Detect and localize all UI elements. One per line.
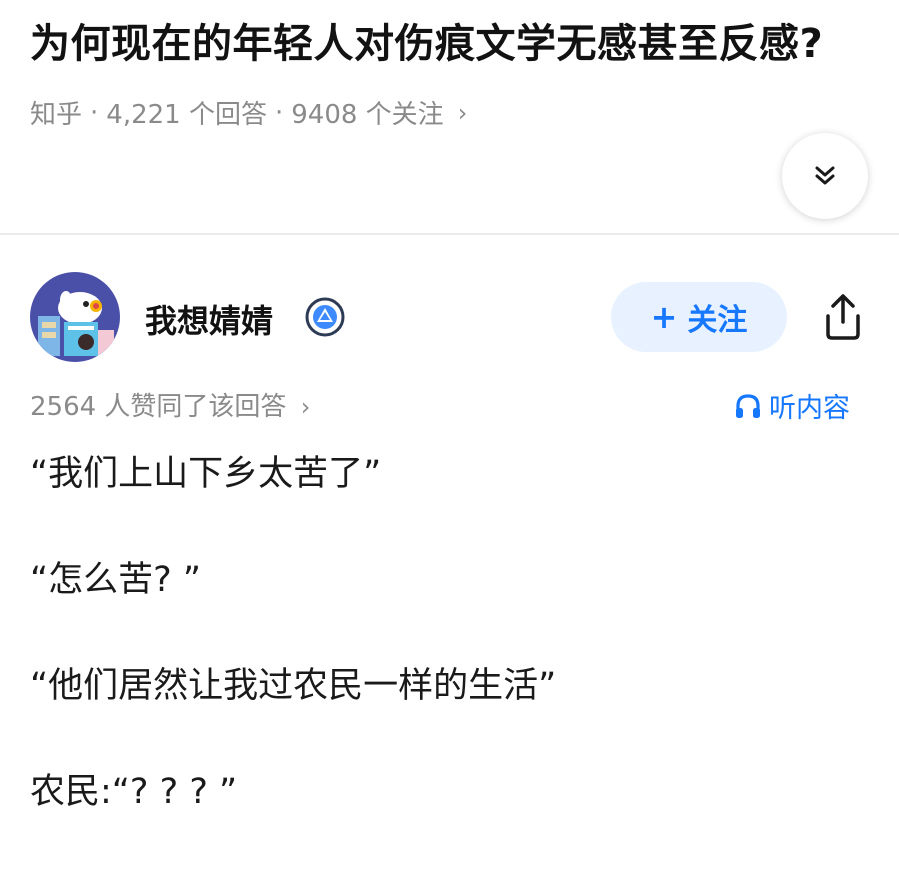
avatar-image (30, 272, 120, 362)
source-label: 知乎 (30, 100, 83, 130)
answer-paragraph: 农民:“? ? ? ” (30, 772, 238, 812)
follow-button[interactable]: + 关注 (611, 282, 787, 352)
follower-count: 9408 个关注 (291, 100, 444, 130)
meta-separator: · (90, 97, 99, 128)
vote-count-text: 2564 人赞同了该回答 (30, 392, 287, 422)
answer-paragraph: “我们上山下乡太苦了” (30, 454, 382, 494)
plus-icon: + (650, 298, 678, 336)
answer-paragraph: “他们居然让我过农民一样的生活” (30, 666, 557, 706)
chevron-right-icon: › (300, 393, 311, 421)
share-button[interactable] (816, 290, 870, 344)
meta-separator: · (274, 97, 284, 128)
chevron-right-icon: › (457, 98, 468, 127)
author-name[interactable]: 我想婧婧 (145, 296, 273, 342)
author-row: 我想婧婧 + 关注 (30, 272, 870, 362)
answer-paragraph: “怎么苦? ” (30, 560, 201, 600)
follow-label: 关注 (687, 303, 748, 338)
listen-label: 听内容 (769, 393, 850, 424)
question-title[interactable]: 为何现在的年轻人对伤痕文学无感甚至反感? (30, 14, 870, 74)
verified-badge-icon (305, 297, 345, 337)
expand-button[interactable] (782, 133, 868, 219)
question-meta[interactable]: 知乎 · 4,221 个回答 · 9408 个关注 › (30, 94, 870, 131)
divider (0, 233, 899, 235)
share-icon (826, 294, 860, 340)
answer-count: 4,221 个回答 (106, 100, 267, 130)
chevron-double-down-icon (815, 166, 835, 185)
avatar[interactable] (30, 272, 120, 362)
headphones-icon (736, 393, 760, 418)
listen-button[interactable]: 听内容 (733, 386, 850, 425)
vote-count[interactable]: 2564 人赞同了该回答 › (30, 386, 310, 423)
question-header: 为何现在的年轻人对伤痕文学无感甚至反感? 知乎 · 4,221 个回答 · 94… (30, 14, 870, 131)
answer-content: “我们上山下乡太苦了” “怎么苦? ” “他们居然让我过农民一样的生活” 农民:… (30, 448, 870, 872)
